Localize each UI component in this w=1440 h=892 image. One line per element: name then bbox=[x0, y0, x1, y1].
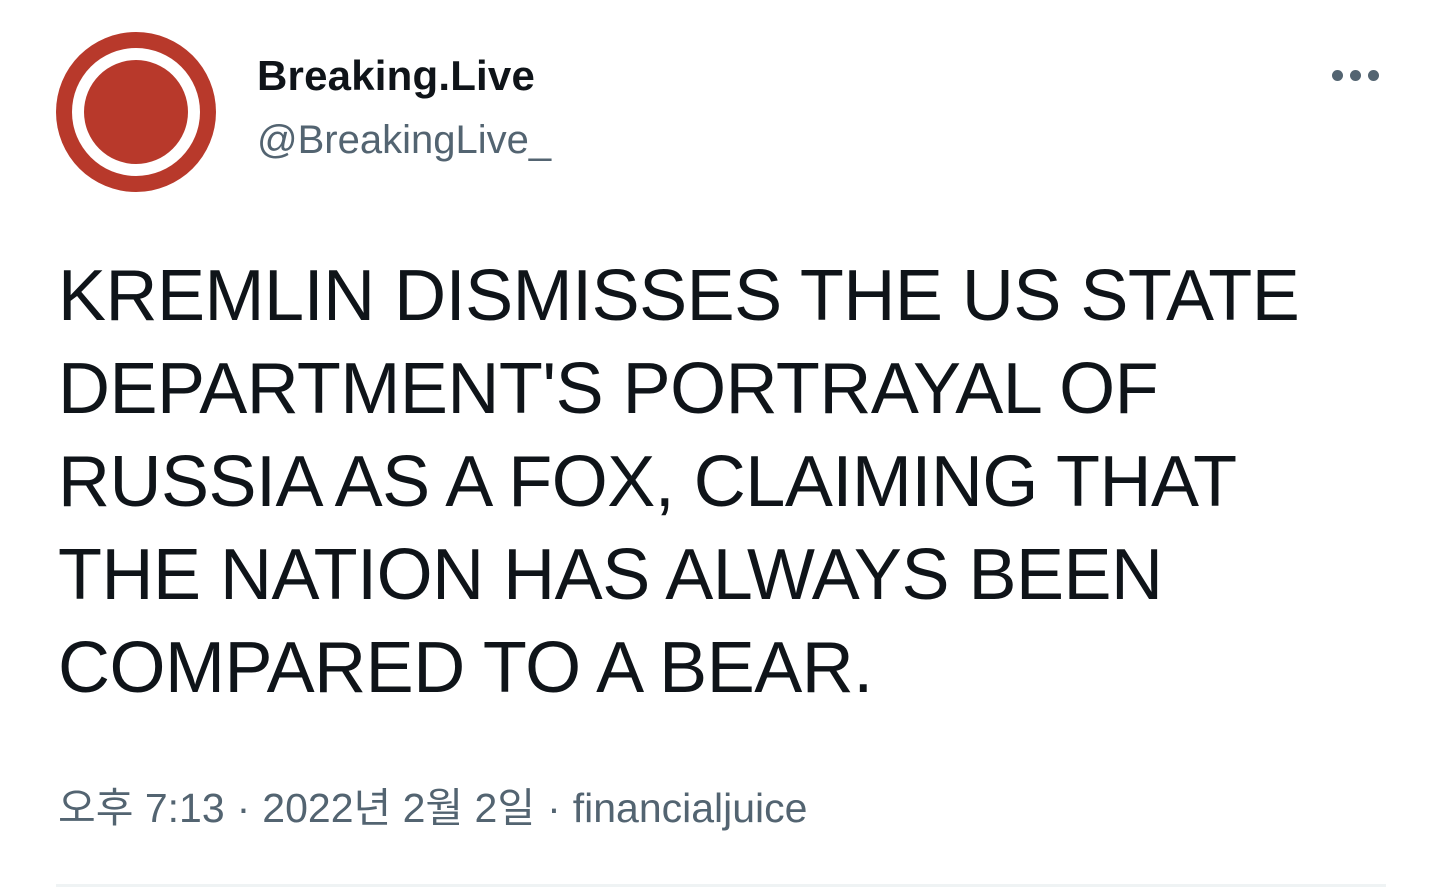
tweet-date[interactable]: 2022년 2월 2일 bbox=[262, 785, 535, 831]
tweet: Breaking.Live @BreakingLive_ KREMLIN DIS… bbox=[0, 0, 1440, 892]
more-horizontal-icon bbox=[1332, 70, 1343, 81]
tweet-text: KREMLIN DISMISSES THE US STATE DEPARTMEN… bbox=[58, 256, 1300, 708]
tweet-source-link[interactable]: financialjuice bbox=[573, 785, 808, 831]
more-horizontal-icon bbox=[1350, 70, 1361, 81]
meta-separator: · bbox=[547, 785, 561, 831]
tweet-time[interactable]: 오후 7:13 bbox=[58, 785, 225, 831]
more-horizontal-icon bbox=[1368, 70, 1379, 81]
more-options-button[interactable] bbox=[1320, 56, 1392, 96]
divider bbox=[56, 884, 1386, 887]
meta-separator: · bbox=[236, 785, 251, 831]
tweet-metadata: 오후 7:13 · 2022년 2월 2일 · financialjuice bbox=[58, 774, 807, 834]
author-handle[interactable]: @BreakingLive_ bbox=[257, 118, 551, 163]
avatar[interactable] bbox=[56, 32, 216, 192]
author-display-name[interactable]: Breaking.Live bbox=[257, 52, 535, 100]
record-circle-logo-icon bbox=[84, 60, 188, 164]
